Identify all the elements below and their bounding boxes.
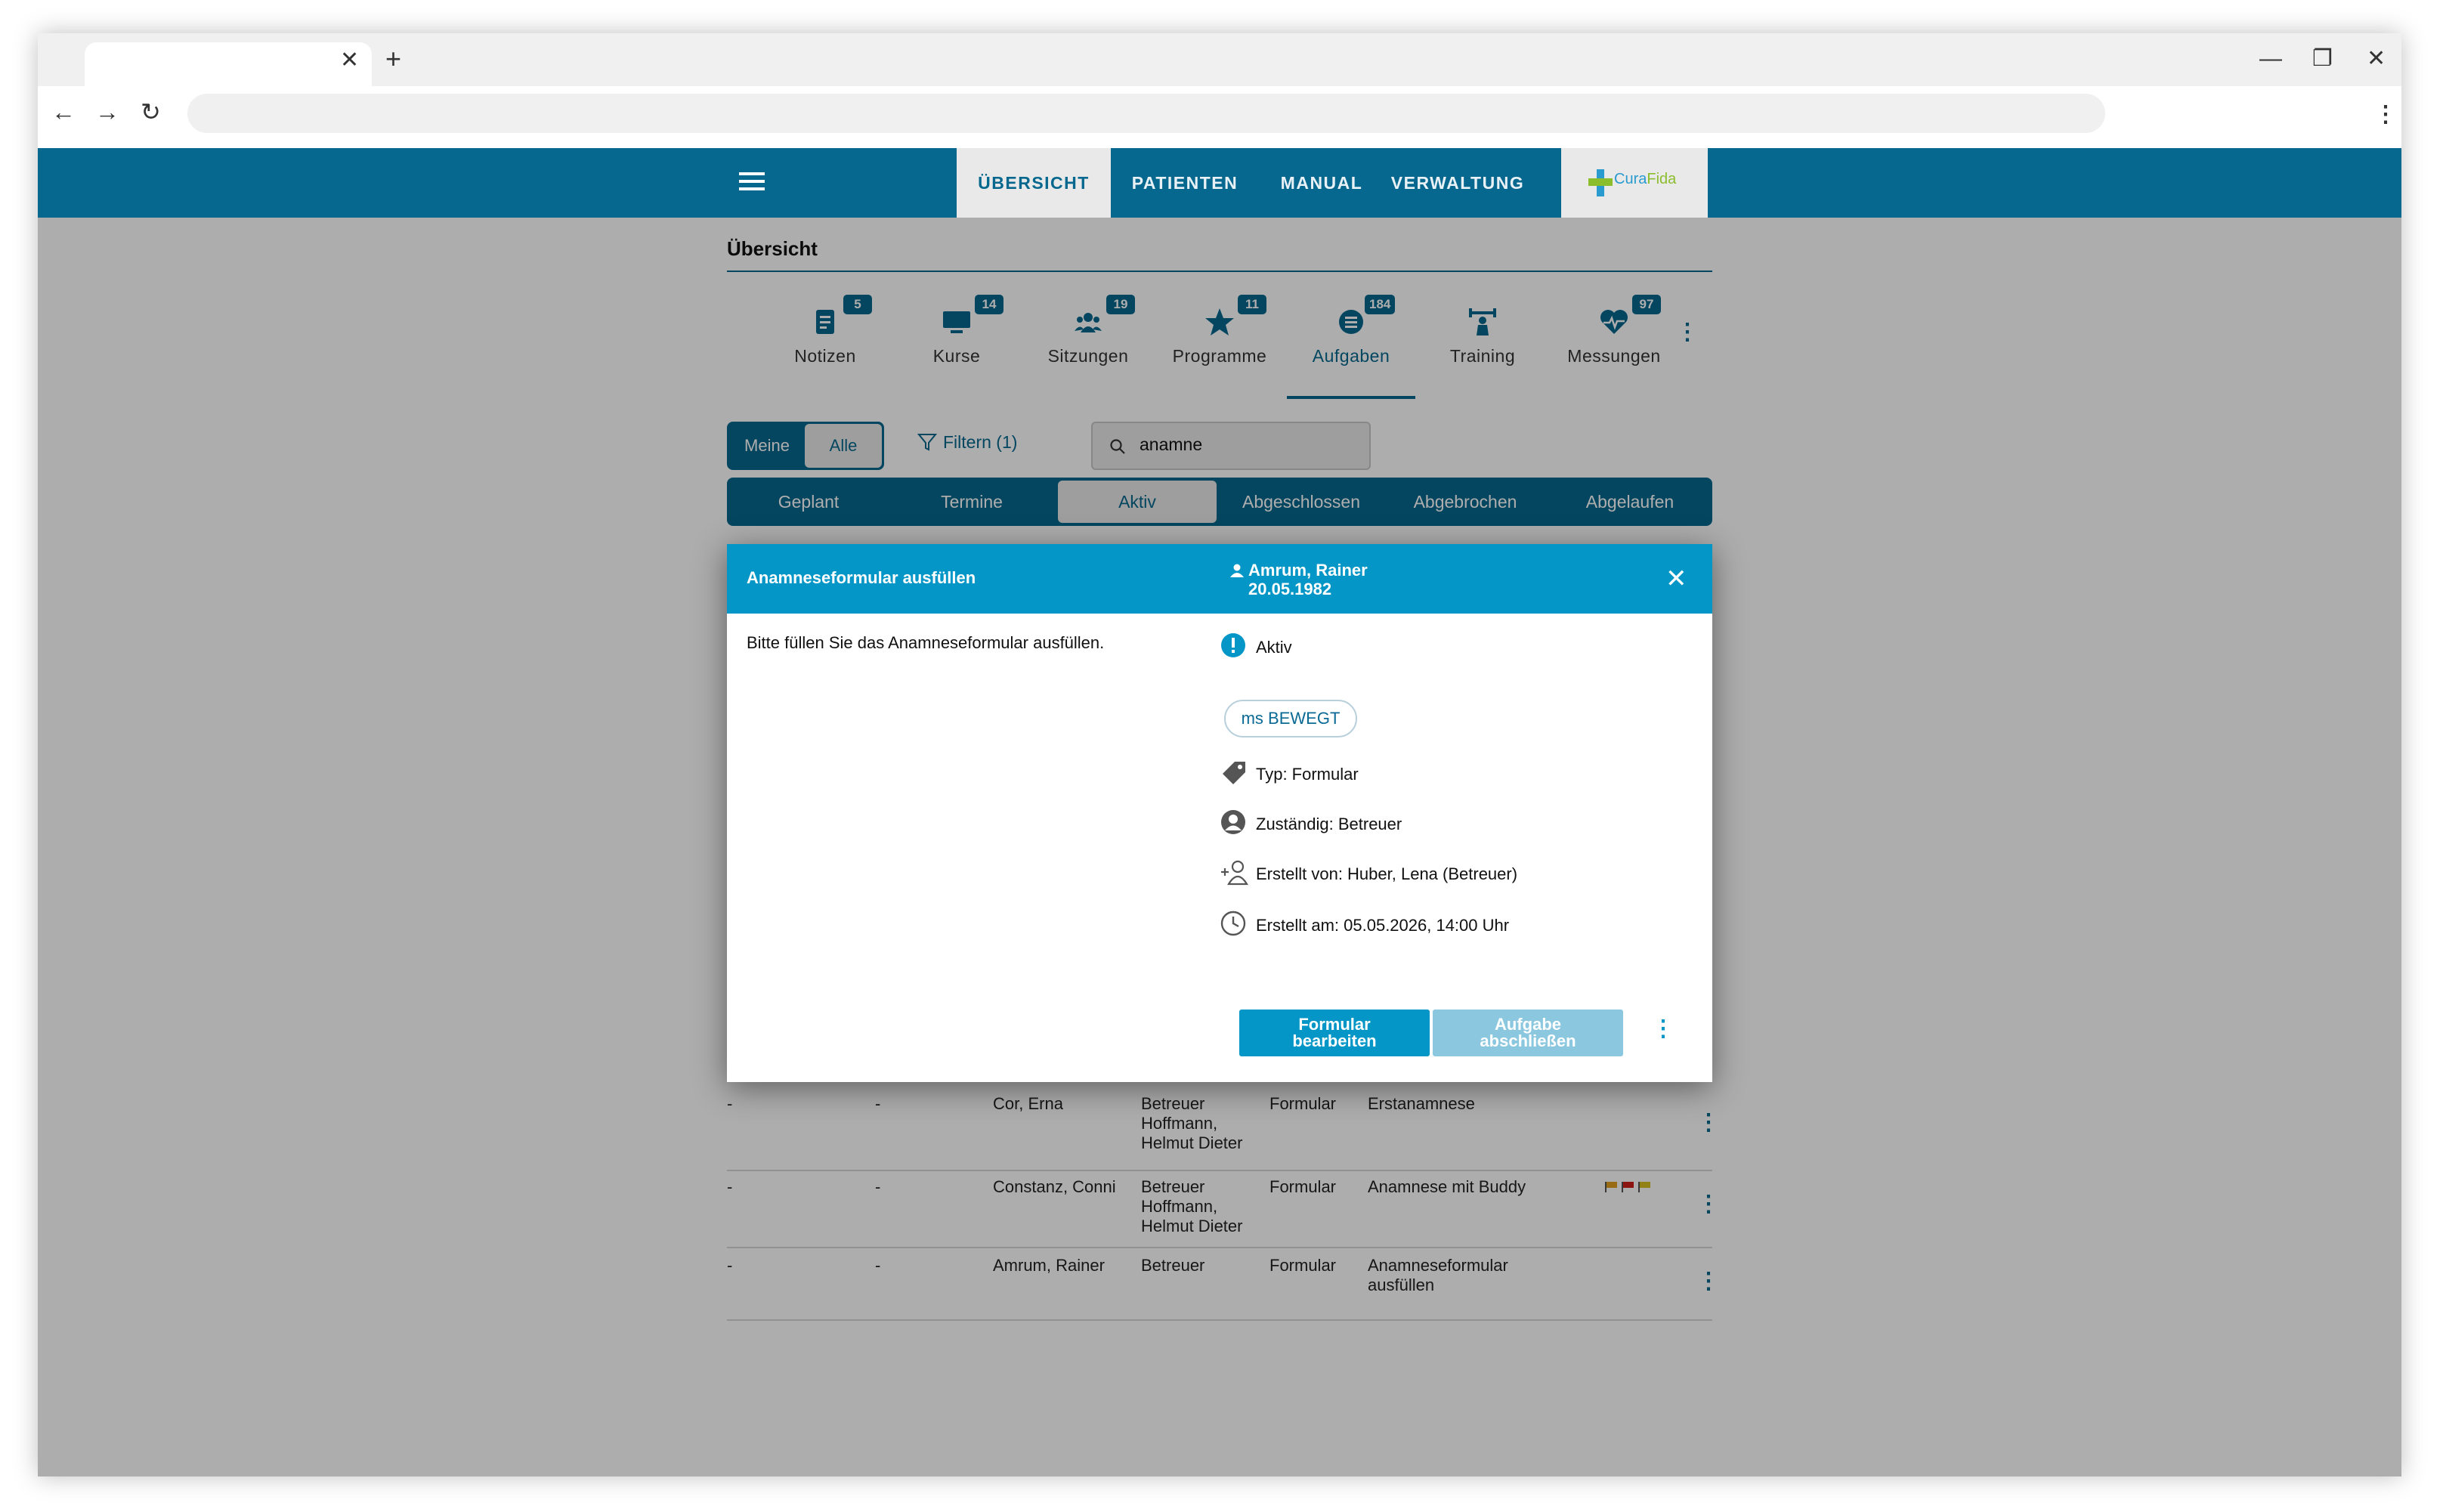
person-icon [1230, 564, 1244, 577]
web-viewport: ÜBERSICHT PATIENTEN MANUAL VERWALTUNG Cu… [38, 148, 2401, 1476]
new-tab-icon[interactable]: + [385, 44, 401, 74]
tag-icon [1223, 762, 1245, 784]
forward-icon[interactable]: → [95, 97, 119, 127]
dialog-patient: Amrum, Rainer 20.05.1982 [1248, 561, 1368, 598]
nav-patienten[interactable]: PATIENTEN [1111, 148, 1259, 218]
created-at-text: Erstellt am: 05.05.2026, 14:00 Uhr [1256, 916, 1510, 935]
type-text: Typ: Formular [1256, 765, 1359, 784]
minimize-icon[interactable]: — [2259, 45, 2282, 73]
dialog-header: Anamneseformular ausfüllen Amrum, Rainer… [727, 544, 1712, 614]
dialog-title: Anamneseformular ausfüllen [747, 568, 976, 587]
dialog-more-icon[interactable]: ⋮ [1652, 1016, 1675, 1042]
status-text: Aktiv [1256, 638, 1292, 657]
nav-verwaltung[interactable]: VERWALTUNG [1384, 148, 1531, 218]
logo-text: CuraFida [1614, 171, 1677, 187]
close-window-icon[interactable]: ✕ [2367, 45, 2386, 73]
restore-icon[interactable]: ❐ [2312, 45, 2333, 73]
nav-uebersicht[interactable]: ÜBERSICHT [957, 148, 1111, 218]
nav-manual[interactable]: MANUAL [1259, 148, 1384, 218]
close-icon[interactable]: ✕ [1665, 564, 1687, 594]
task-description: Bitte füllen Sie das Anamneseformular au… [747, 633, 1105, 652]
alert-icon [1221, 633, 1245, 657]
reload-icon[interactable]: ↻ [141, 97, 161, 127]
address-bar[interactable] [187, 94, 2105, 133]
browser-menu-icon[interactable]: ⋮ [2374, 100, 2397, 130]
patient-name: Amrum, Rainer [1248, 561, 1368, 580]
browser-tab[interactable] [85, 42, 372, 86]
add-person-icon [1221, 860, 1248, 886]
cross-logo-icon [1588, 169, 1613, 196]
curafida-logo[interactable]: CuraFida [1561, 148, 1708, 218]
complete-task-button[interactable]: Aufgabe abschließen [1433, 1010, 1623, 1056]
created-by-text: Erstellt von: Huber, Lena (Betreuer) [1256, 864, 1518, 883]
edit-form-button[interactable]: Formular bearbeiten [1239, 1010, 1430, 1056]
patient-dob: 20.05.1982 [1248, 580, 1332, 598]
app-bar: ÜBERSICHT PATIENTEN MANUAL VERWALTUNG Cu… [38, 148, 2401, 218]
responsible-text: Zuständig: Betreuer [1256, 815, 1402, 833]
task-dialog: Anamneseformular ausfüllen Amrum, Rainer… [727, 544, 1712, 1082]
hamburger-menu-icon[interactable] [739, 168, 765, 198]
back-icon[interactable]: ← [51, 97, 76, 127]
account-circle-icon [1221, 810, 1245, 834]
clock-icon [1220, 911, 1246, 936]
program-chip[interactable]: ms BEWEGT [1224, 700, 1357, 737]
close-tab-icon[interactable]: ✕ [340, 47, 359, 74]
